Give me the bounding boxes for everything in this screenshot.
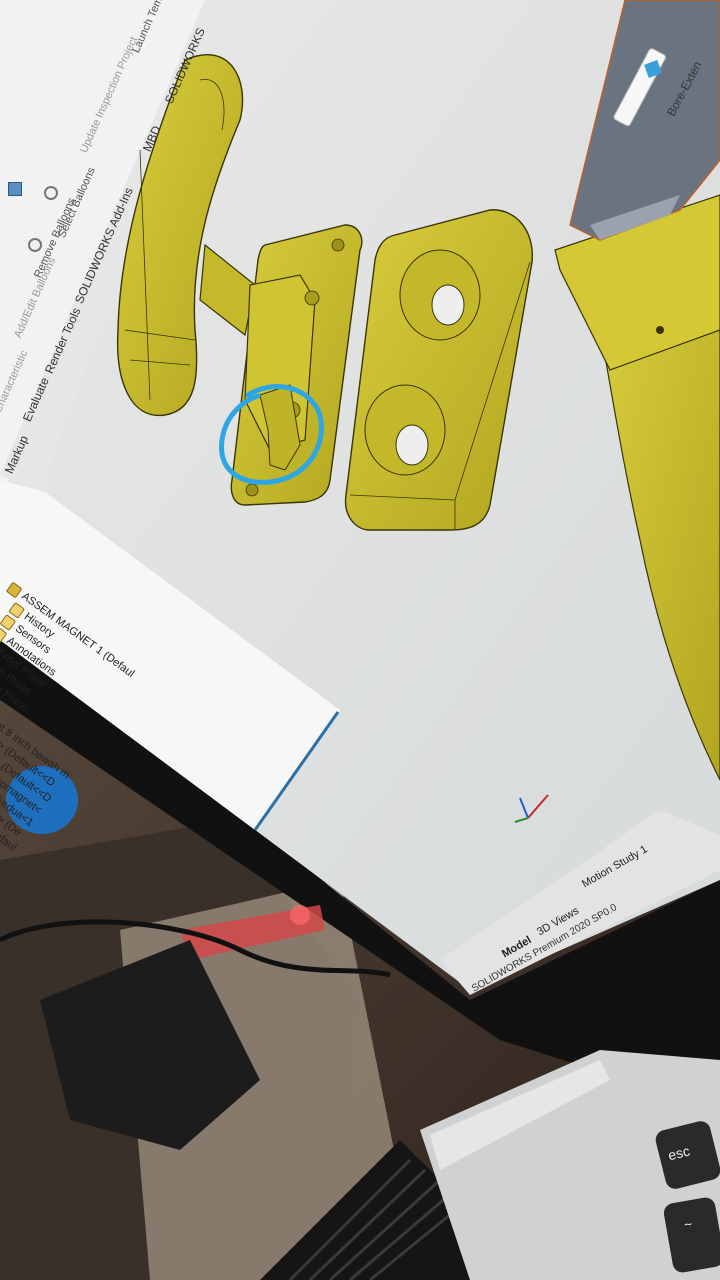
gear-icon — [8, 182, 22, 196]
clamp-hole — [304, 290, 320, 306]
photo-backdrop — [0, 0, 720, 1280]
plate-hole — [331, 238, 345, 252]
photo-scene: esc ~ Markup Evaluate Render Tools SOLID… — [0, 0, 720, 1280]
through-hole — [431, 284, 465, 326]
through-hole — [395, 424, 429, 466]
balloon-icon — [28, 238, 42, 252]
balloon-select-icon — [44, 186, 58, 200]
plate-hole — [245, 483, 259, 497]
red-led-glow — [290, 905, 310, 925]
right-block-hole — [656, 326, 664, 334]
